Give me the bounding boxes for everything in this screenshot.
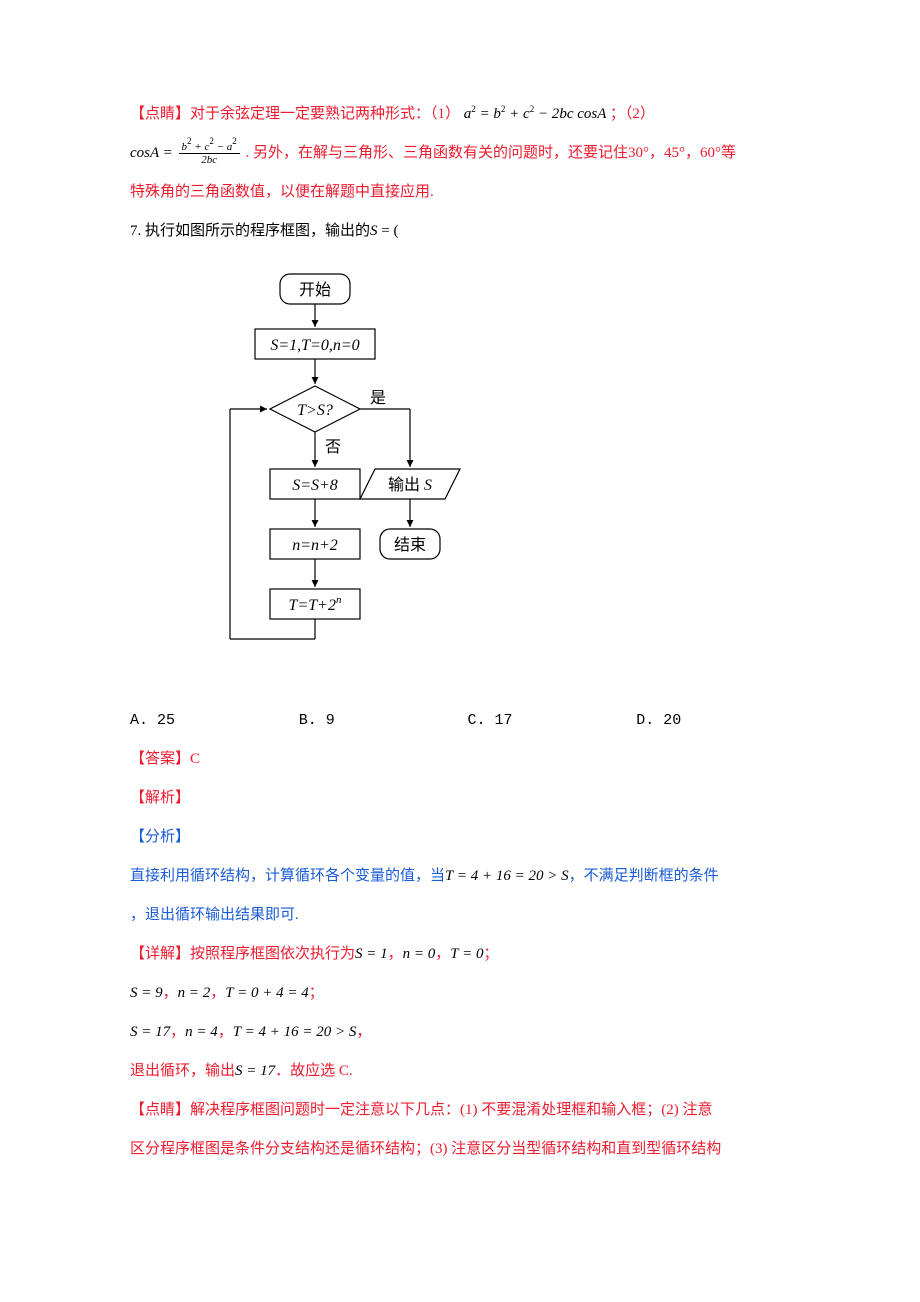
box-s-label: S=S+8	[292, 477, 338, 494]
option-d: D. 20	[636, 701, 805, 740]
hint-line-3: 特殊角的三角函数值，以便在解题中直接应用.	[130, 173, 805, 212]
analysis-label: 【解析】	[130, 779, 805, 818]
text: . 另外，在解与三角形、三角函数有关的问题时，还要记住30°，45°，60°等	[246, 145, 737, 161]
end-label: 结束	[394, 536, 426, 554]
no-label: 否	[325, 439, 341, 456]
options: A. 25 B. 9 C. 17 D. 20	[130, 701, 805, 740]
formula-1: a2 = b2 + c2 − 2bc cosA	[464, 106, 610, 122]
analysis-line-2: ，退出循环输出结果即可.	[130, 896, 805, 935]
output-label: 输出 S	[388, 476, 432, 494]
detail-line-3: S = 17，n = 4，T = 4 + 16 = 20 > S，	[130, 1013, 805, 1052]
analysis-line-1: 直接利用循环结构，计算循环各个变量的值，当T = 4 + 16 = 20 > S…	[130, 857, 805, 896]
decision-label: T>S?	[297, 402, 333, 419]
flowchart: 开始 S=1,T=0,n=0 T>S? 是 否 输出 S	[185, 269, 805, 693]
numerator: b2 + c2 − a2	[179, 141, 240, 154]
text: ；（2）	[610, 106, 655, 122]
detail-line-4: 退出循环，输出S = 17．故应选 C.	[130, 1052, 805, 1091]
fraction: b2 + c2 − a2 2bc	[179, 141, 240, 166]
hint2-line-2: 区分程序框图是条件分支结构还是循环结构；(3) 注意区分当型循环结构和直到型循环…	[130, 1130, 805, 1169]
start-label: 开始	[299, 281, 331, 299]
formula-2-lhs: cosA =	[130, 145, 177, 161]
answer: 【答案】C	[130, 740, 805, 779]
denominator: 2bc	[179, 154, 240, 166]
box-t-label: T=T+2n	[289, 594, 342, 614]
text: 【点睛】对于余弦定理一定要熟记两种形式：（1）	[130, 106, 460, 122]
question-7: 7. 执行如图所示的程序框图，输出的S = (	[130, 212, 805, 251]
init-label: S=1,T=0,n=0	[270, 337, 359, 354]
option-a: A. 25	[130, 701, 299, 740]
detail-line-1: 【详解】按照程序框图依次执行为S = 1，n = 0，T = 0；	[130, 935, 805, 974]
box-n-label: n=n+2	[292, 537, 338, 554]
flowchart-svg: 开始 S=1,T=0,n=0 T>S? 是 否 输出 S	[185, 269, 475, 689]
option-c: C. 17	[468, 701, 637, 740]
option-b: B. 9	[299, 701, 468, 740]
page: 【点睛】对于余弦定理一定要熟记两种形式：（1） a2 = b2 + c2 − 2…	[0, 0, 920, 1302]
hint2-line-1: 【点睛】解决程序框图问题时一定注意以下几点：(1) 不要混淆处理框和输入框；(2…	[130, 1091, 805, 1130]
detail-line-2: S = 9，n = 2，T = 0 + 4 = 4；	[130, 974, 805, 1013]
hint-line-2: cosA = b2 + c2 − a2 2bc . 另外，在解与三角形、三角函数…	[130, 134, 805, 173]
yes-label: 是	[370, 390, 386, 407]
fenxi-label: 【分析】	[130, 818, 805, 857]
hint-line-1: 【点睛】对于余弦定理一定要熟记两种形式：（1） a2 = b2 + c2 − 2…	[130, 95, 805, 134]
